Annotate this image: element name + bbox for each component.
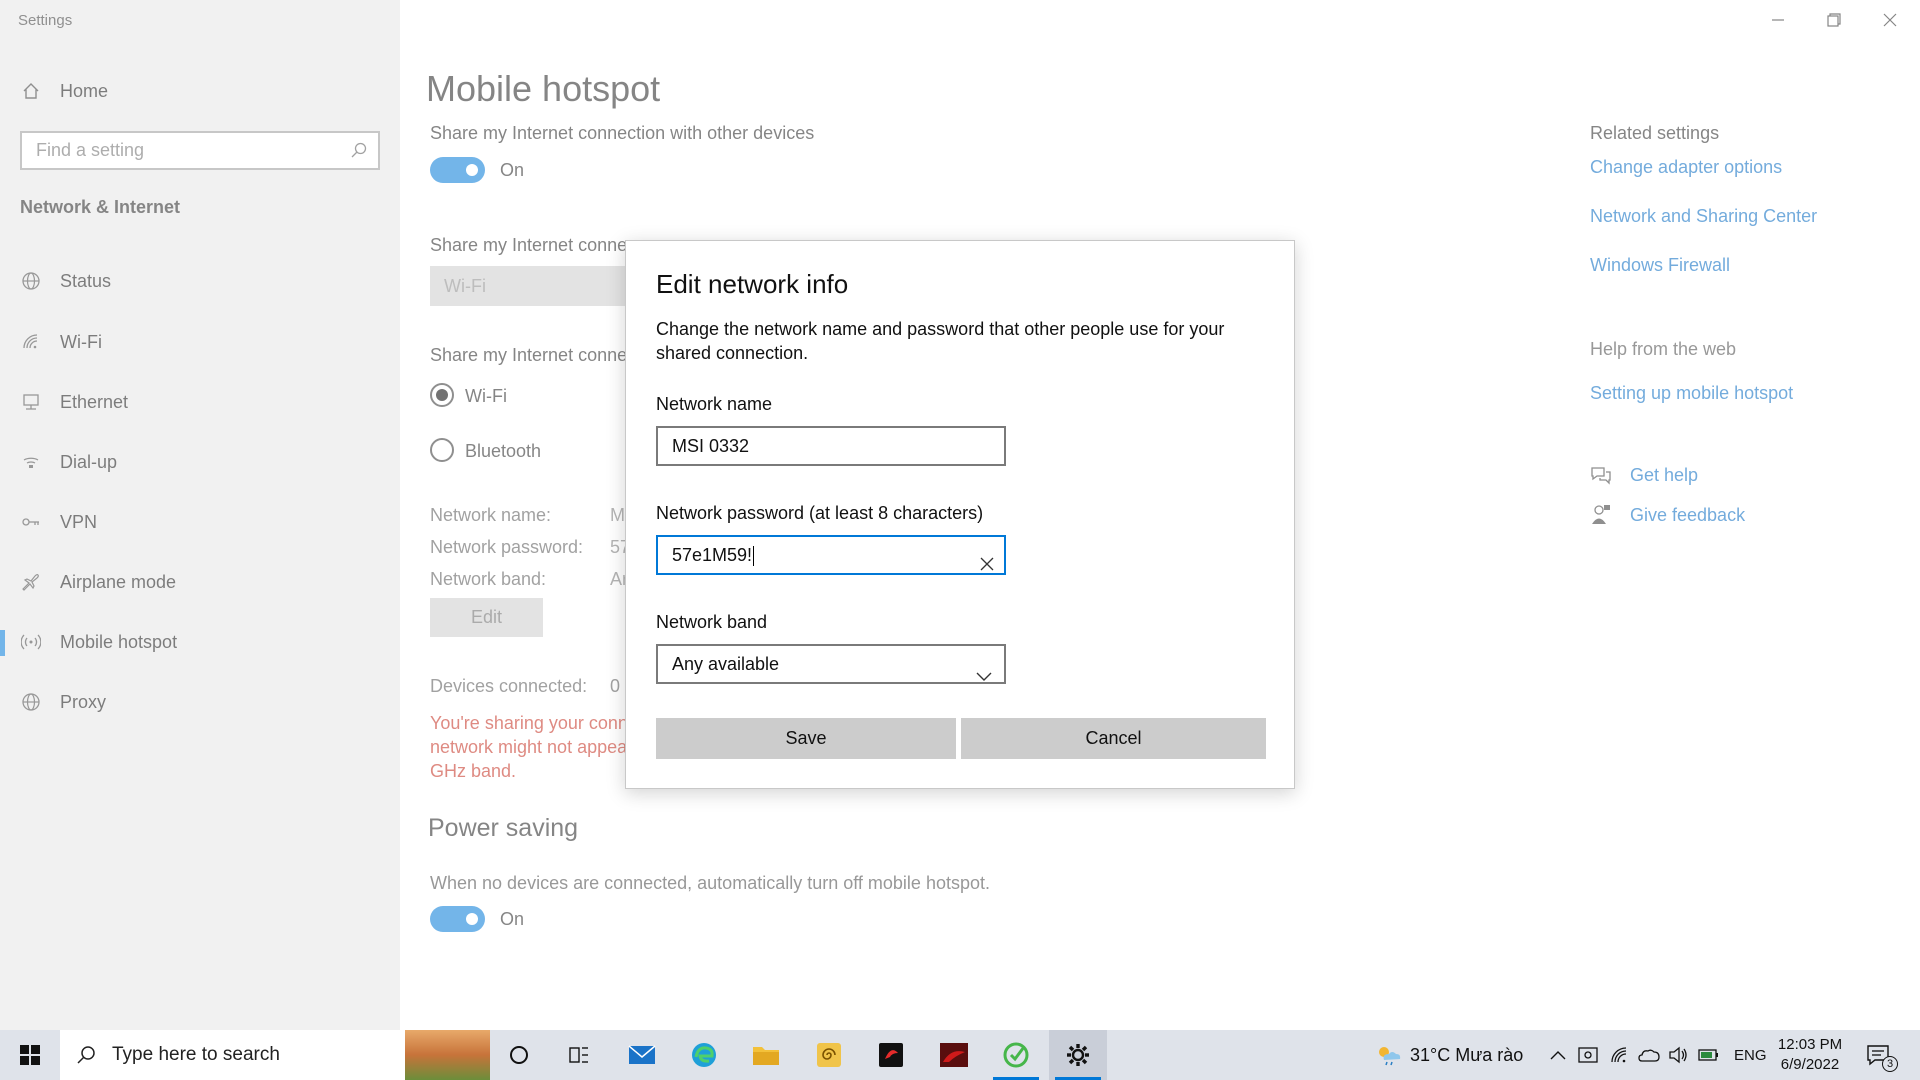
weather-rain-icon: [1376, 1044, 1402, 1066]
spiral-app-icon: [817, 1043, 841, 1067]
network-band-value: Any available: [672, 654, 780, 674]
chevron-down-icon: [976, 658, 992, 694]
network-tray-button[interactable]: [1610, 1030, 1630, 1080]
network-name-input[interactable]: MSI 0332: [656, 426, 1006, 466]
dialog-title: Edit network info: [656, 269, 849, 299]
edge-browser-button[interactable]: [675, 1030, 733, 1080]
notification-center-button[interactable]: 3: [1866, 1030, 1898, 1080]
garena-button[interactable]: [862, 1030, 920, 1080]
network-password-value: 57e1M59!: [672, 545, 753, 565]
game-app-icon: [940, 1043, 968, 1067]
garena-icon: [879, 1043, 903, 1067]
battery-icon: [1698, 1049, 1718, 1061]
chevron-up-icon: [1550, 1051, 1566, 1060]
search-highlight-image[interactable]: [405, 1030, 490, 1080]
dialog-description: Change the network name and password tha…: [656, 319, 1225, 363]
tray-app-icon: [1578, 1047, 1598, 1063]
cortana-icon: [510, 1046, 528, 1064]
taskbar: Type here to search 31°C Mưa rào ENG 12:…: [0, 1030, 1920, 1080]
show-hidden-icons-button[interactable]: [1550, 1030, 1566, 1080]
settings-app-button[interactable]: [1049, 1030, 1107, 1080]
cloud-icon: [1638, 1049, 1660, 1062]
taskbar-search-placeholder: Type here to search: [112, 1044, 280, 1065]
mail-icon: [628, 1045, 656, 1064]
gear-icon: [1067, 1044, 1089, 1066]
folder-icon: [753, 1047, 779, 1065]
clear-icon[interactable]: [980, 547, 994, 583]
edge-icon: [692, 1043, 716, 1067]
notification-icon: 3: [1866, 1044, 1898, 1072]
file-explorer-button[interactable]: [737, 1030, 795, 1080]
wifi-icon: [1611, 1047, 1627, 1063]
network-password-input[interactable]: 57e1M59!: [656, 535, 1006, 575]
clock-time: 12:03 PM: [1777, 1036, 1843, 1053]
onedrive-tray-button[interactable]: [1638, 1030, 1660, 1080]
volume-tray-button[interactable]: [1668, 1030, 1688, 1080]
tray-app-button[interactable]: [1578, 1030, 1598, 1080]
game-app-button[interactable]: [925, 1030, 983, 1080]
taskbar-search-input[interactable]: Type here to search: [60, 1030, 405, 1080]
speaker-icon: [1669, 1046, 1687, 1064]
start-button[interactable]: [0, 1030, 60, 1080]
weather-text: 31°C Mưa rào: [1410, 1044, 1524, 1065]
text-caret: [753, 546, 755, 567]
network-band-field-label: Network band: [656, 612, 768, 632]
green-app-button[interactable]: [987, 1030, 1045, 1080]
network-band-select[interactable]: Any available: [656, 644, 1006, 684]
clock[interactable]: 12:03 PM 6/9/2022: [1775, 1035, 1845, 1075]
weather-widget[interactable]: 31°C Mưa rào: [1376, 1030, 1523, 1080]
cortana-button[interactable]: [490, 1030, 548, 1080]
battery-tray-button[interactable]: [1698, 1030, 1720, 1080]
task-view-icon: [569, 1047, 588, 1063]
edit-network-dialog: Edit network info Change the network nam…: [625, 240, 1295, 789]
network-name-field-label: Network name: [656, 394, 773, 414]
windows-logo-icon: [20, 1045, 40, 1065]
language-indicator[interactable]: ENG: [1734, 1030, 1767, 1080]
network-name-value: MSI 0332: [672, 436, 750, 456]
cancel-button[interactable]: Cancel: [961, 718, 1266, 759]
save-button[interactable]: Save: [656, 718, 956, 759]
network-password-field-label: Network password (at least 8 characters): [656, 503, 984, 523]
notification-count: 3: [1882, 1056, 1898, 1072]
task-view-button[interactable]: [550, 1030, 608, 1080]
green-app-icon: [1003, 1042, 1029, 1068]
clock-date: 6/9/2022: [1780, 1056, 1840, 1073]
search-icon: [76, 1045, 96, 1065]
mail-app-button[interactable]: [613, 1030, 671, 1080]
app-button-yellow[interactable]: [800, 1030, 858, 1080]
